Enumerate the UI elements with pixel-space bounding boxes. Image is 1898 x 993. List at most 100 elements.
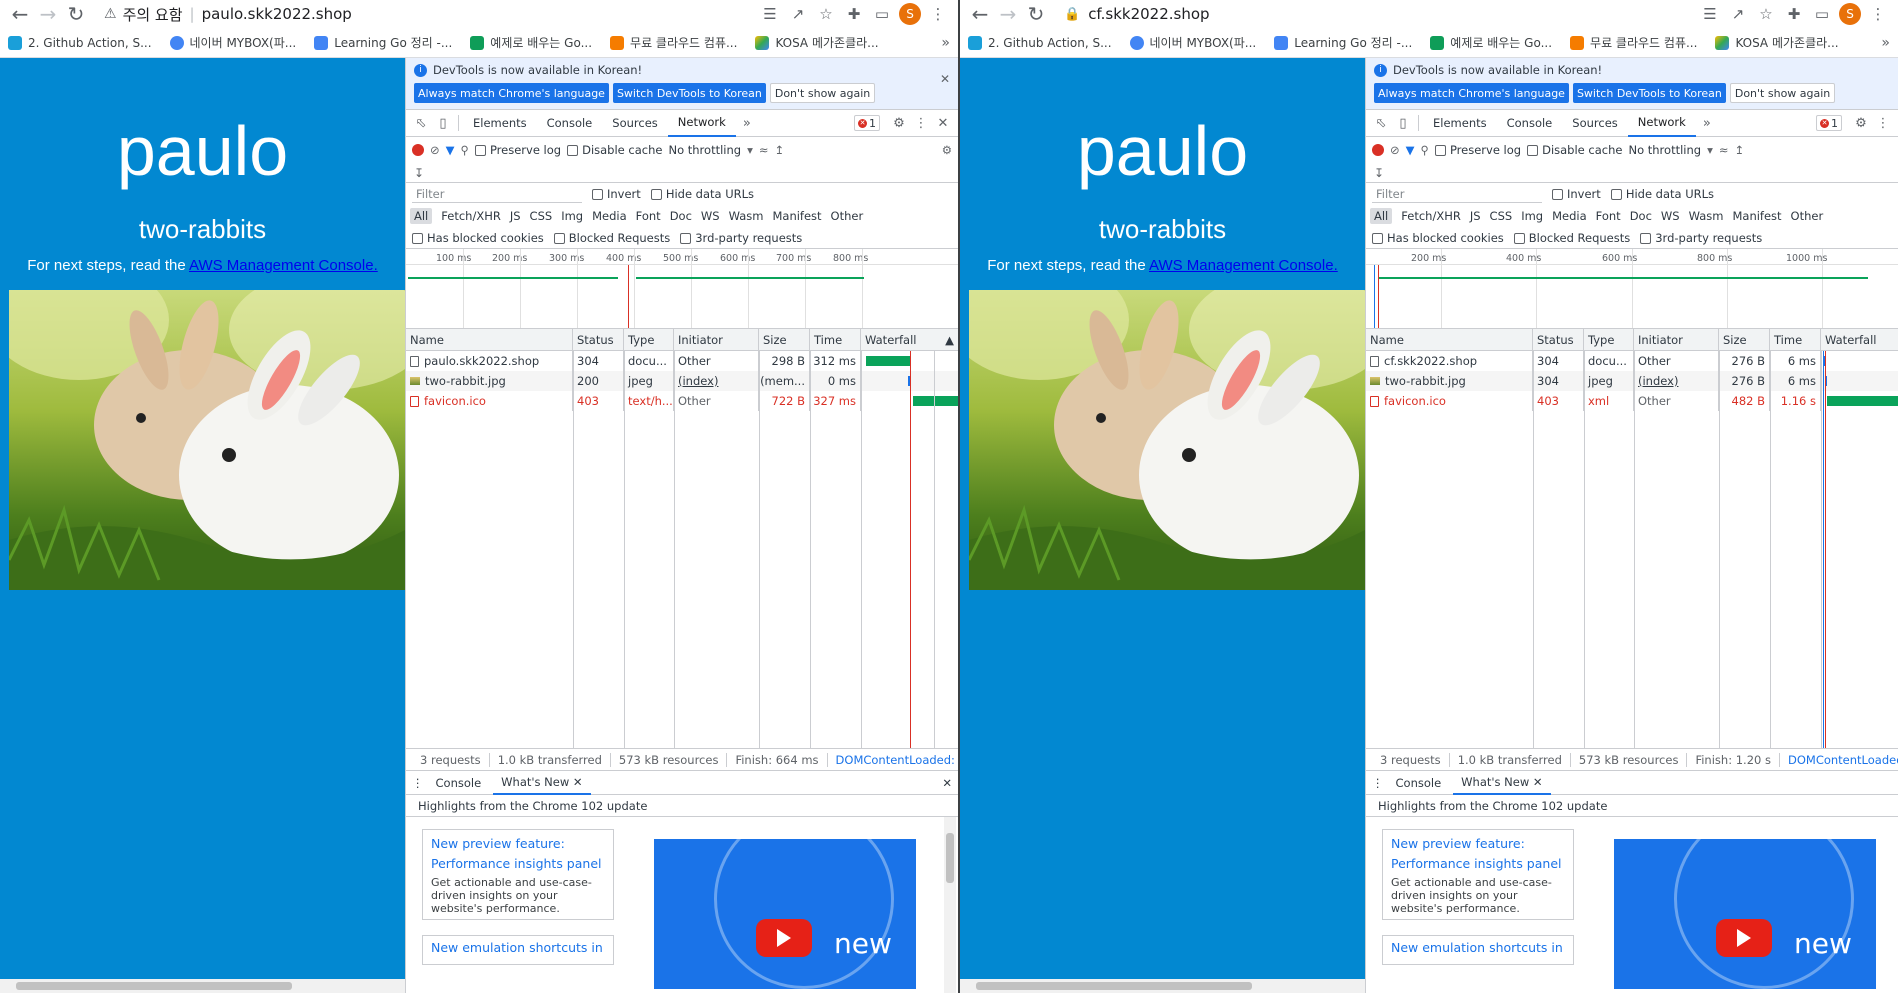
always-match-language-button[interactable]: Always match Chrome's language	[414, 83, 609, 103]
type-filter[interactable]: WS	[701, 209, 720, 223]
bookmarks-overflow-icon[interactable]: »	[1881, 35, 1890, 51]
address-bar[interactable]: ⚠ 주의 요함 | paulo.skk2022.shop	[96, 2, 750, 26]
wifi-icon[interactable]: ≈	[759, 143, 769, 157]
type-filter-all[interactable]: All	[1370, 208, 1393, 224]
network-overview[interactable]: 200 ms 400 ms 600 ms 800 ms 1000 ms	[1366, 249, 1898, 329]
type-filter[interactable]: Wasm	[729, 209, 764, 223]
type-filter[interactable]: CSS	[530, 209, 553, 223]
hide-data-urls-checkbox[interactable]: Hide data URLs	[650, 187, 754, 201]
filter-icon[interactable]: ▼	[1406, 143, 1415, 157]
close-tab-icon[interactable]: ✕	[1533, 775, 1543, 789]
type-filter[interactable]: Manifest	[1732, 209, 1781, 223]
cell-initiator-link[interactable]: (index)	[674, 371, 759, 391]
aws-console-link[interactable]: AWS Management Console.	[1149, 257, 1338, 274]
kebab-menu-icon[interactable]: ⋮	[910, 116, 932, 131]
drawer-tab-whats-new[interactable]: What's New ✕	[493, 771, 591, 795]
bookmark-item[interactable]: Learning Go 정리 -...	[1274, 34, 1412, 51]
bookmarks-overflow-icon[interactable]: »	[941, 35, 950, 51]
drawer-tab-console[interactable]: Console	[1388, 771, 1450, 795]
download-icon[interactable]: ↧	[1374, 166, 1384, 180]
blocked-requests-checkbox[interactable]: Blocked Requests	[1513, 231, 1630, 245]
type-filter[interactable]: Img	[561, 209, 583, 223]
drawer-tab-console[interactable]: Console	[428, 771, 490, 795]
tab-console[interactable]: Console	[537, 110, 603, 137]
back-icon[interactable]: ←	[966, 1, 994, 27]
column-header-waterfall[interactable]: Waterfall	[1821, 329, 1898, 350]
column-header-status[interactable]: Status	[1533, 329, 1584, 350]
forward-icon[interactable]: →	[994, 1, 1022, 27]
bookmark-item[interactable]: 무료 클라우드 컴퓨...	[1570, 34, 1697, 51]
page-horizontal-scrollbar[interactable]	[0, 979, 405, 993]
bookmark-item[interactable]: KOSA 메가존클라...	[755, 34, 879, 51]
table-row[interactable]: cf.skk2022.shop 304 docu... Other 276 B …	[1366, 351, 1898, 371]
invert-checkbox[interactable]: Invert	[592, 187, 641, 201]
scrollbar-thumb[interactable]	[976, 982, 1252, 990]
throttling-select[interactable]: No throttling	[668, 143, 741, 157]
tab-sources[interactable]: Sources	[1562, 110, 1628, 137]
type-filter[interactable]: Other	[831, 209, 864, 223]
table-row[interactable]: favicon.ico 403 xml Other 482 B 1.16 s	[1366, 391, 1898, 411]
bookmark-item[interactable]: 2. Github Action, S...	[8, 35, 152, 50]
throttling-select[interactable]: No throttling	[1628, 143, 1701, 157]
close-icon[interactable]: ✕	[940, 72, 950, 86]
kebab-menu-icon[interactable]: ⋮	[1872, 116, 1894, 131]
cell-initiator-link[interactable]: (index)	[1634, 371, 1719, 391]
bookmark-item[interactable]: 네이버 MYBOX(파...	[1129, 34, 1256, 51]
star-icon[interactable]: ☆	[812, 1, 840, 27]
aws-console-link[interactable]: AWS Management Console.	[189, 257, 378, 274]
bookmark-item[interactable]: 무료 클라우드 컴퓨...	[610, 34, 737, 51]
column-header-name[interactable]: Name	[1366, 329, 1533, 350]
clear-icon[interactable]: ⊘	[1390, 143, 1400, 157]
tab-network[interactable]: Network	[1627, 110, 1696, 137]
bookmark-item[interactable]: Learning Go 정리 -...	[314, 34, 452, 51]
upload-icon[interactable]: ↥	[775, 143, 785, 157]
error-count-badge[interactable]: ✕ 1	[1816, 115, 1842, 131]
type-filter[interactable]: Media	[592, 209, 627, 223]
has-blocked-cookies-checkbox[interactable]: Has blocked cookies	[412, 231, 544, 245]
profile-avatar[interactable]: S	[1839, 3, 1861, 25]
star-icon[interactable]: ☆	[1752, 1, 1780, 27]
type-filter[interactable]: CSS	[1490, 209, 1513, 223]
column-header-status[interactable]: Status	[573, 329, 624, 350]
column-header-name[interactable]: Name	[406, 329, 573, 350]
hide-data-urls-checkbox[interactable]: Hide data URLs	[1610, 187, 1714, 201]
record-icon[interactable]	[1372, 144, 1384, 156]
profile-avatar[interactable]: S	[899, 3, 921, 25]
has-blocked-cookies-checkbox[interactable]: Has blocked cookies	[1372, 231, 1504, 245]
close-drawer-icon[interactable]: ✕	[942, 776, 952, 790]
drawer-menu-icon[interactable]: ⋮	[1372, 776, 1384, 790]
type-filter[interactable]: Fetch/XHR	[441, 209, 501, 223]
preserve-log-checkbox[interactable]: Preserve log	[1434, 143, 1521, 157]
type-filter[interactable]: Media	[1552, 209, 1587, 223]
settings-gear-icon[interactable]: ⚙	[1850, 116, 1872, 131]
download-icon[interactable]: ↧	[414, 166, 424, 180]
play-icon[interactable]	[756, 919, 812, 957]
translate-icon[interactable]: ☰	[1696, 1, 1724, 27]
bookmark-item[interactable]: 네이버 MYBOX(파...	[169, 34, 296, 51]
filter-input[interactable]: Filter	[412, 185, 582, 203]
search-icon[interactable]: ⚲	[1421, 143, 1429, 157]
type-filter[interactable]: WS	[1661, 209, 1680, 223]
translate-icon[interactable]: ☰	[756, 1, 784, 27]
drawer-tab-whats-new[interactable]: What's New ✕	[1453, 771, 1551, 795]
type-filter[interactable]: Font	[636, 209, 661, 223]
bookmark-item[interactable]: 2. Github Action, S...	[968, 35, 1112, 50]
side-panel-icon[interactable]: ▭	[868, 1, 896, 27]
scrollbar-thumb[interactable]	[16, 982, 292, 990]
clear-icon[interactable]: ⊘	[430, 143, 440, 157]
side-panel-icon[interactable]: ▭	[1808, 1, 1836, 27]
column-header-initiator[interactable]: Initiator	[1634, 329, 1719, 350]
filter-input[interactable]: Filter	[1372, 185, 1542, 203]
feature-card[interactable]: New emulation shortcuts in	[1382, 935, 1574, 965]
table-row[interactable]: two-rabbit.jpg 304 jpeg (index) 276 B 6 …	[1366, 371, 1898, 391]
column-header-type[interactable]: Type	[1584, 329, 1634, 350]
table-row[interactable]: two-rabbit.jpg 200 jpeg (index) (mem... …	[406, 371, 958, 391]
tab-console[interactable]: Console	[1497, 110, 1563, 137]
column-header-type[interactable]: Type	[624, 329, 674, 350]
switch-to-korean-button[interactable]: Switch DevTools to Korean	[1572, 83, 1726, 103]
disable-cache-checkbox[interactable]: Disable cache	[567, 143, 662, 157]
bookmark-item[interactable]: 예제로 배우는 Go...	[1430, 34, 1552, 51]
dropdown-arrow-icon[interactable]: ▾	[747, 143, 753, 157]
filter-icon[interactable]: ▼	[446, 143, 455, 157]
address-bar[interactable]: 🔒 cf.skk2022.shop	[1056, 2, 1690, 26]
